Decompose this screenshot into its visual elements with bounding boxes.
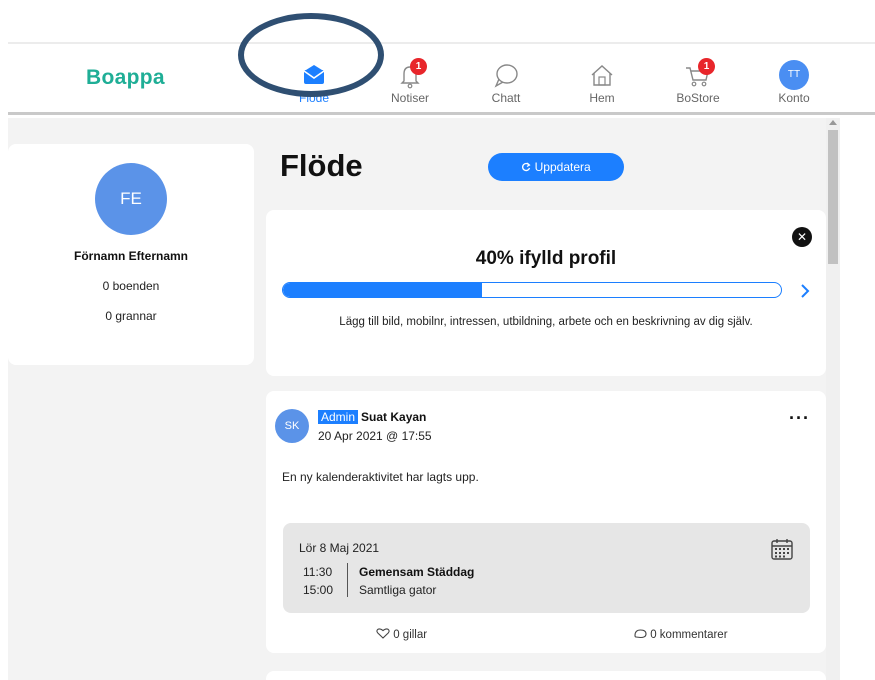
scrollbar-thumb[interactable] — [828, 130, 838, 264]
account-avatar: TT — [777, 60, 811, 90]
event-divider — [347, 563, 348, 597]
profile-summary-card: FE Förnamn Efternamn 0 boenden 0 grannar — [8, 144, 254, 365]
event-end-time: 15:00 — [303, 583, 334, 597]
nav-label: Flöde — [298, 91, 330, 105]
refresh-icon — [521, 160, 534, 174]
chevron-right-icon[interactable] — [796, 282, 814, 300]
calendar-event[interactable]: Lör 8 Maj 2021 11:30 15:00 Gemensam Städ… — [283, 523, 810, 613]
profile-progress-bar — [282, 282, 782, 298]
event-start-time: 11:30 — [303, 565, 333, 579]
nav-item-chatt[interactable]: Chatt — [466, 60, 546, 105]
comment-icon — [634, 629, 650, 641]
progress-fill — [283, 283, 483, 297]
profile-completion-description: Lägg till bild, mobilnr, intressen, utbi… — [339, 316, 753, 328]
profile-completion-card: ✕ 40% ifylld profil Lägg till bild, mobi… — [266, 210, 826, 376]
avatar[interactable]: FE — [95, 163, 167, 235]
event-title: Gemensam Städdag — [359, 565, 475, 579]
nav-item-bostore[interactable]: 1 BoStore — [658, 58, 738, 105]
chat-bubble-icon — [489, 60, 523, 90]
post-author[interactable]: Suat Kayan — [361, 410, 426, 424]
cart-badge: 1 — [698, 58, 715, 75]
event-date: Lör 8 Maj 2021 — [299, 541, 380, 555]
profile-completion-heading: 40% ifylld profil — [475, 248, 617, 269]
nav-label: Notiser — [390, 91, 429, 105]
comment-button[interactable]: 0 kommentarer — [634, 628, 728, 641]
neighbors-count: 0 grannar — [105, 309, 157, 323]
nav-item-flode[interactable]: Flöde — [274, 60, 354, 105]
role-badge: Admin — [318, 410, 359, 424]
vertical-scrollbar[interactable] — [826, 118, 840, 680]
post-header: Admin Suat Kayan — [318, 410, 426, 424]
update-button[interactable]: Uppdatera — [488, 153, 624, 181]
feed-post: SK Admin Suat Kayan 20 Apr 2021 @ 17:55 ·… — [266, 391, 826, 653]
avatar[interactable]: SK — [275, 409, 309, 443]
user-name[interactable]: Förnamn Efternamn — [8, 249, 254, 263]
close-icon[interactable]: ✕ — [792, 227, 812, 247]
notification-badge: 1 — [410, 58, 427, 75]
post-timestamp: 20 Apr 2021 @ 17:55 — [318, 429, 432, 443]
next-feed-post — [266, 671, 826, 680]
post-text: En ny kalenderaktivitet har lagts upp. — [282, 470, 479, 484]
page-title: Flöde — [280, 148, 363, 183]
more-options-icon[interactable]: ··· — [789, 409, 810, 427]
cart-icon: 1 — [681, 58, 715, 90]
nav-label: Konto — [778, 91, 810, 105]
event-subtitle: Samtliga gator — [359, 583, 437, 597]
nav-label: Chatt — [491, 91, 521, 105]
scroll-up-arrow[interactable] — [829, 120, 837, 125]
home-icon — [585, 60, 619, 90]
app-logo[interactable]: Boappa — [86, 66, 165, 90]
top-navigation-bar: Boappa Flöde 1 Notiser Chatt Hem 1 BoSto… — [8, 44, 875, 115]
nav-label: BoStore — [676, 91, 720, 105]
residents-count: 0 boenden — [102, 279, 160, 293]
nav-item-hem[interactable]: Hem — [562, 60, 642, 105]
likes-count: 0 gillar — [393, 629, 428, 641]
calendar-icon — [770, 537, 794, 561]
comments-count: 0 kommentarer — [650, 629, 728, 641]
mail-icon — [297, 60, 331, 90]
avatar: TT — [779, 60, 809, 90]
nav-item-notiser[interactable]: 1 Notiser — [370, 58, 450, 105]
like-button[interactable]: 0 gillar — [376, 628, 427, 641]
heart-icon — [376, 628, 393, 641]
bell-icon: 1 — [393, 58, 427, 90]
nav-label: Hem — [589, 91, 615, 105]
nav-item-konto[interactable]: TT Konto — [754, 60, 834, 105]
update-button-label: Uppdatera — [534, 160, 591, 174]
